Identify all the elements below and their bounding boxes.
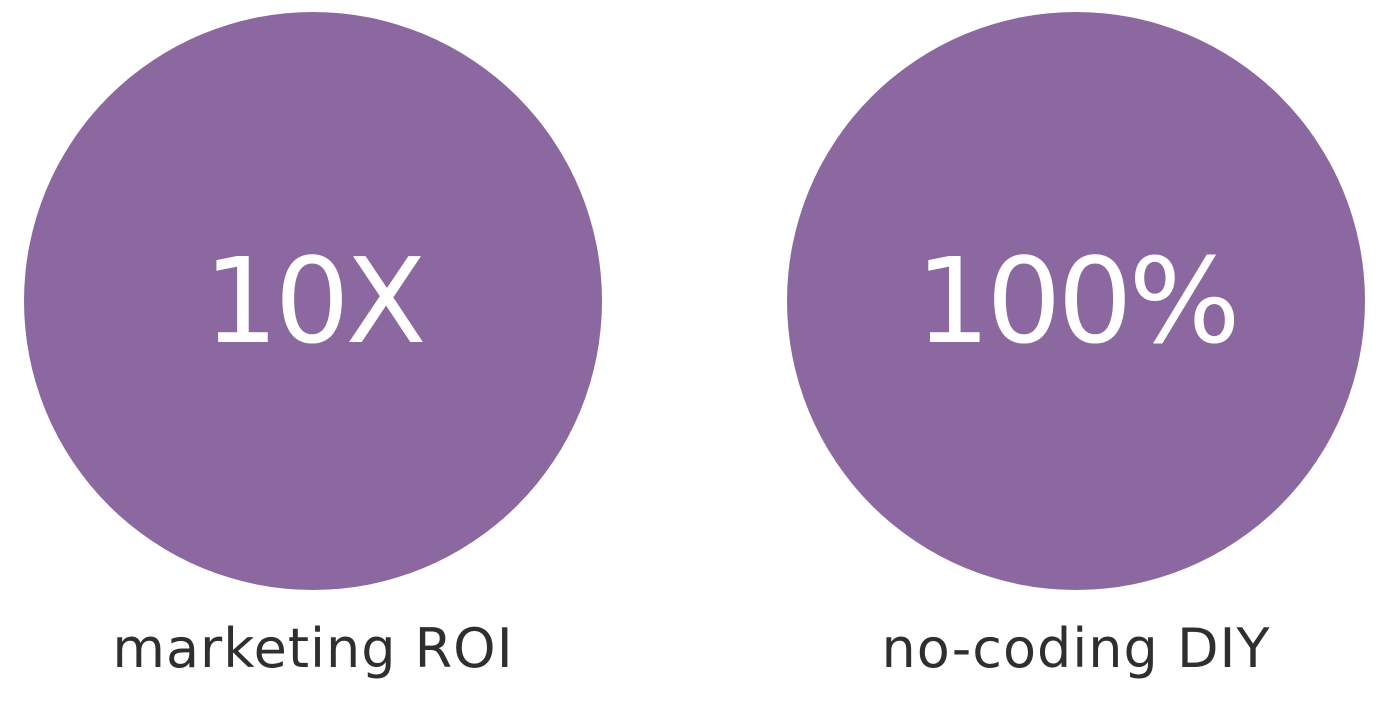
stat-value: 100% — [915, 232, 1240, 370]
stat-marketing-roi: 10X marketing ROI — [0, 0, 640, 703]
stat-caption: no-coding DIY — [881, 617, 1271, 680]
stat-value: 10X — [203, 232, 427, 370]
stat-circle: 10X — [24, 12, 602, 590]
stat-circle: 100% — [787, 12, 1365, 590]
stat-caption: marketing ROI — [112, 617, 514, 680]
stat-no-coding-diy: 100% no-coding DIY — [755, 0, 1395, 703]
